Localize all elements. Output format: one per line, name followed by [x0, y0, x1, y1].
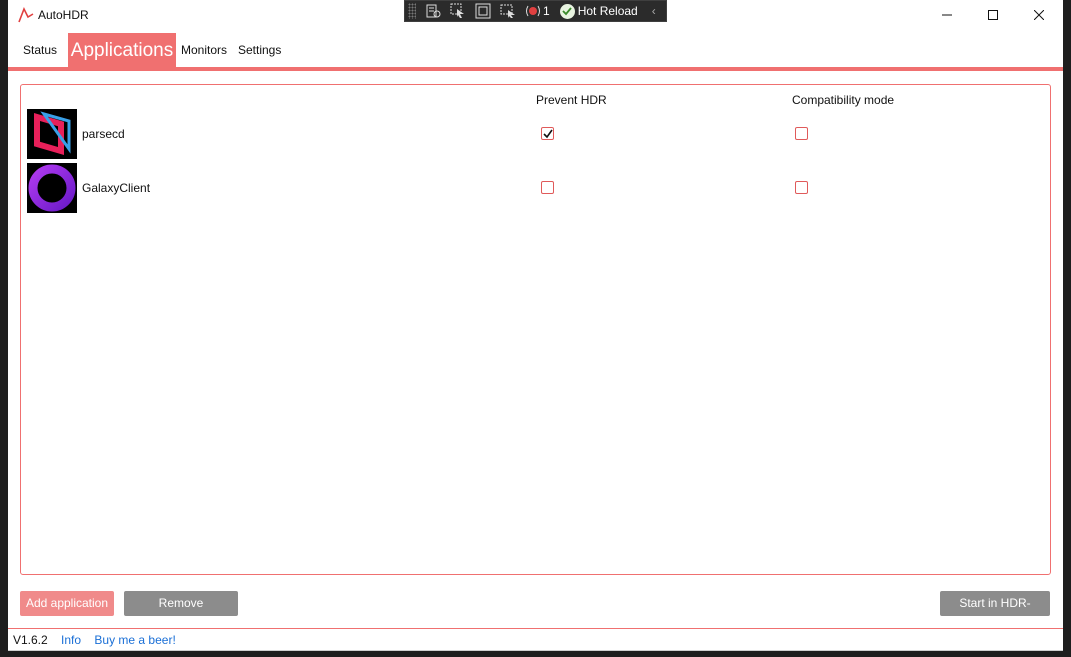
column-header-prevent-hdr: Prevent HDR — [536, 93, 607, 107]
select-element-icon[interactable] — [450, 3, 466, 19]
column-header-compatibility-mode: Compatibility mode — [792, 93, 895, 107]
minimize-icon — [942, 14, 952, 16]
tab-applications[interactable]: Applications — [68, 33, 176, 67]
app-name: GalaxyClient — [82, 181, 151, 195]
tab-underline — [8, 67, 1063, 71]
app-name: parsecd — [82, 127, 125, 141]
tab-settings[interactable]: Settings — [238, 33, 281, 67]
minimize-button[interactable] — [924, 0, 970, 30]
live-tree-icon[interactable] — [425, 3, 441, 19]
display-layout-adorners-icon[interactable] — [475, 3, 491, 19]
buy-me-a-beer-link[interactable]: Buy me a beer! — [94, 633, 175, 647]
autohdr-logo-icon — [18, 7, 34, 23]
close-icon — [1034, 10, 1044, 20]
compatibility-mode-checkbox[interactable] — [795, 127, 808, 140]
galaxy-client-icon — [27, 163, 77, 213]
tab-monitors[interactable]: Monitors — [181, 33, 227, 67]
prevent-hdr-checkbox[interactable] — [541, 127, 554, 140]
background-ide-left — [0, 0, 8, 657]
close-button[interactable] — [1016, 0, 1062, 30]
maximize-icon — [988, 10, 998, 20]
hot-reload-label[interactable]: Hot Reload — [578, 4, 638, 18]
list-item[interactable]: GalaxyClient — [27, 163, 1037, 213]
track-focus-icon[interactable] — [500, 3, 516, 19]
info-link[interactable]: Info — [61, 633, 81, 647]
window-title: AutoHDR — [38, 8, 89, 22]
start-in-hdr-mode-button[interactable]: Start in HDR-Mode — [940, 591, 1050, 635]
application-list: Prevent HDR Compatibility mode parsecd G… — [20, 84, 1051, 575]
compatibility-mode-checkbox[interactable] — [795, 181, 808, 194]
remove-application-button[interactable]: Remove application — [124, 591, 238, 635]
list-item[interactable]: parsecd — [27, 109, 1037, 159]
tab-status[interactable]: Status — [23, 33, 57, 67]
maximize-button[interactable] — [970, 0, 1016, 30]
hot-reload-status-icon — [559, 3, 575, 19]
binding-failure-count: 1 — [543, 4, 550, 18]
drag-grip-icon[interactable] — [408, 3, 416, 19]
version-label: V1.6.2 — [13, 633, 48, 647]
parsec-icon — [27, 109, 77, 159]
autohdr-window: AutoHDR Status Applications Monitors Set… — [8, 0, 1063, 651]
binding-failures-icon[interactable] — [525, 3, 541, 19]
collapse-toolbar-icon[interactable]: ‹ — [652, 4, 656, 18]
background-ide-right — [1063, 0, 1071, 657]
footer-divider — [8, 628, 1063, 629]
hot-reload-toolbar: 1 Hot Reload ‹ — [404, 0, 667, 22]
prevent-hdr-checkbox[interactable] — [541, 181, 554, 194]
checkmark-icon — [542, 129, 553, 138]
add-application-button[interactable]: Add application — [20, 591, 114, 616]
footer: V1.6.2 Info Buy me a beer! — [13, 633, 176, 647]
